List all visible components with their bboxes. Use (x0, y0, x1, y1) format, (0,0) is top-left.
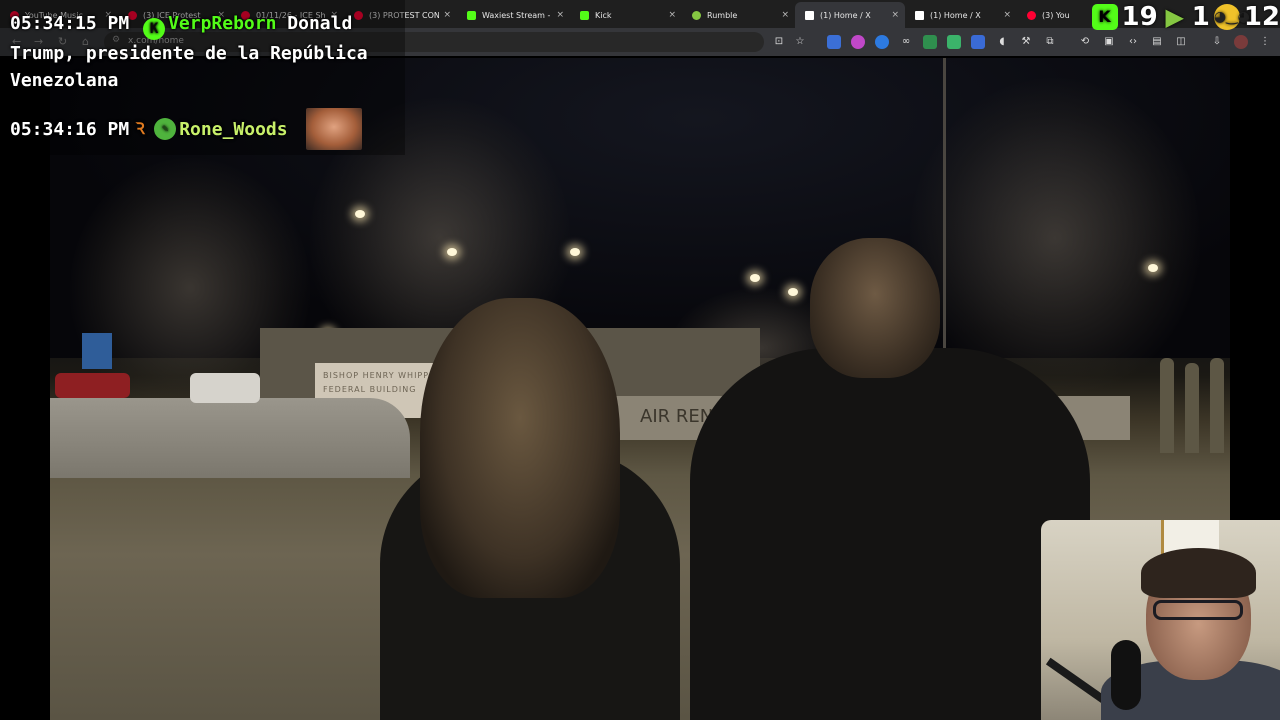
woman-foreground (380, 298, 680, 720)
youtube-icon (1027, 10, 1036, 20)
tab-label: (1) Home / X (930, 10, 981, 20)
federal-agent (1160, 358, 1174, 453)
x-logo-icon (805, 10, 814, 20)
microphone (1111, 640, 1141, 710)
parking-sign (82, 333, 112, 369)
downloads-icon[interactable]: ⇩ (1210, 35, 1224, 49)
close-icon[interactable]: × (891, 10, 899, 20)
chat-overlay: 05:34:15 PM K VerpReborn Donald Trump, pr… (10, 10, 410, 150)
chat-message: 05:34:15 PM K VerpReborn Donald Trump, pr… (10, 10, 410, 94)
extension-blue-icon[interactable] (971, 35, 985, 49)
chat-message: 05:34:16 PM Ꝛ ✎ Rone_Woods (10, 108, 410, 150)
chat-username: VerpReborn (168, 13, 277, 34)
tab-label: (1) Home / X (820, 10, 871, 20)
extension-audio-icon[interactable]: ◖ (995, 35, 1009, 49)
install-app-icon[interactable]: ⊡ (772, 35, 786, 49)
tab-rumble[interactable]: Rumble × (682, 2, 795, 28)
chat-timestamp: 05:34:16 PM (10, 118, 130, 140)
rumble-viewer-count: 1 (1191, 2, 1210, 32)
mask-viewer-count: 12 (1243, 2, 1280, 32)
mask-logo-icon: ◕‿◕ (1213, 4, 1250, 30)
extension-tool-icon[interactable]: ⚒ (1019, 35, 1033, 49)
federal-agent (1210, 358, 1224, 453)
extension-green-icon[interactable] (947, 35, 961, 49)
menu-dots-icon[interactable]: ⋮ (1258, 35, 1272, 49)
x-logo-icon (915, 10, 924, 20)
street-light (355, 210, 365, 218)
tab-label: (3) You (1042, 10, 1070, 20)
split-view-icon[interactable]: ◫ (1174, 35, 1188, 49)
pencil-badge-icon: ✎ (154, 118, 177, 140)
chat-username: Rone_Woods (179, 118, 288, 140)
extensions-puzzle-icon[interactable]: ⧉ (1043, 35, 1057, 49)
screenshot-icon[interactable]: ▣ (1102, 35, 1116, 49)
man-foreground (690, 238, 1090, 720)
bookmark-star-icon[interactable]: ☆ (793, 35, 807, 49)
dark-hoodie (690, 348, 1090, 720)
kick-viewer-count: 19 (1121, 2, 1158, 32)
streamer-webcam (1041, 520, 1280, 720)
history-icon[interactable]: ⟲ (1078, 35, 1092, 49)
tab-youtube[interactable]: (3) You (1017, 2, 1077, 28)
rumble-icon (692, 10, 701, 20)
kick-icon (467, 10, 476, 20)
close-icon[interactable]: × (556, 10, 564, 20)
extension-dot-icon[interactable] (875, 35, 889, 49)
red-car (55, 373, 130, 398)
tab-kick[interactable]: Kick × (570, 2, 682, 28)
white-car (190, 373, 260, 403)
rank-badge-icon: Ꝛ (135, 119, 145, 138)
close-icon[interactable]: × (443, 10, 451, 20)
extension-circle-icon[interactable] (851, 35, 865, 49)
kick-badge-icon: K (143, 18, 166, 40)
kick-logo-icon: K (1091, 4, 1118, 30)
extension-glasses-icon[interactable]: ∞ (899, 35, 913, 49)
sidebar-icon[interactable]: ▤ (1150, 35, 1164, 49)
glasses (1153, 600, 1243, 620)
tab-label: Waxiest Stream - (482, 10, 551, 20)
emote-image (305, 108, 362, 150)
close-icon[interactable]: × (1003, 10, 1011, 20)
viewer-counters: K 19 ▶ 1 ◕‿◕ 12 (1091, 2, 1280, 32)
close-icon[interactable]: × (781, 10, 789, 20)
tab-waxiest-stream[interactable]: Waxiest Stream - × (457, 2, 570, 28)
head (810, 238, 940, 378)
tab-home-x-active[interactable]: (1) Home / X × (795, 2, 905, 28)
chat-timestamp: 05:34:15 PM (10, 13, 130, 34)
long-hair (420, 298, 620, 598)
tab-home-x[interactable]: (1) Home / X × (905, 2, 1017, 28)
tab-label: Rumble (707, 10, 738, 20)
code-icon[interactable]: ‹› (1126, 35, 1140, 49)
streamer-hair (1141, 548, 1256, 598)
profile-avatar[interactable] (1234, 35, 1248, 49)
kick-icon (580, 10, 589, 20)
street-light (570, 248, 580, 256)
snowbank (50, 398, 410, 478)
federal-agent (1185, 363, 1199, 453)
tab-label: Kick (595, 10, 612, 20)
street-light (447, 248, 457, 256)
street-light (1148, 264, 1158, 272)
extension-shield-icon[interactable] (827, 35, 841, 49)
extension-vpn-icon[interactable] (923, 35, 937, 49)
close-icon[interactable]: × (668, 10, 676, 20)
rumble-logo-icon: ▶ (1165, 3, 1184, 31)
